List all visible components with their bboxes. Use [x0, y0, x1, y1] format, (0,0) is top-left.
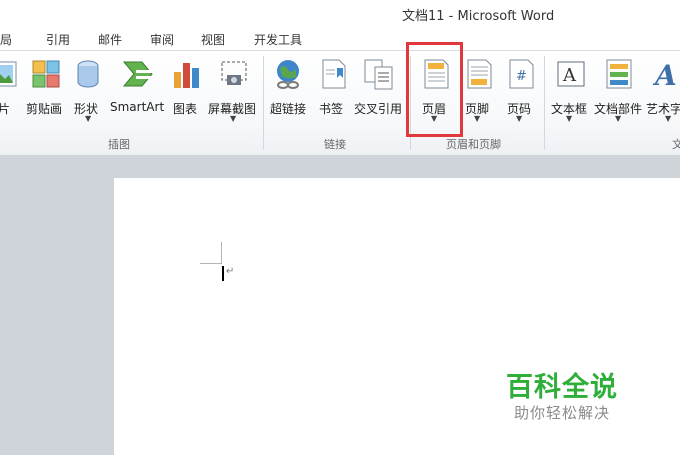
paragraph-mark-icon: ↵ — [226, 266, 235, 277]
hyperlink-icon — [277, 60, 299, 89]
bookmark-icon — [322, 59, 346, 89]
svg-text:#: # — [516, 69, 527, 84]
tab-developer[interactable]: 开发工具 — [254, 31, 302, 48]
screenshot-icon — [221, 61, 247, 85]
chart-button[interactable]: 图表 — [171, 56, 201, 122]
tab-view[interactable]: 视图 — [201, 31, 225, 48]
quickparts-icon — [606, 59, 632, 89]
hyperlink-label: 超链接 — [270, 102, 307, 116]
group-separator — [263, 56, 264, 150]
footer-dropdown-icon: ▼ — [474, 114, 481, 123]
smartart-label: SmartArt — [110, 100, 165, 114]
picture-button[interactable]: 图片 — [0, 56, 20, 122]
hyperlink-button[interactable]: 超链接 — [268, 56, 310, 122]
smartart-button[interactable]: SmartArt — [110, 56, 166, 122]
clipart-icon — [32, 60, 60, 88]
quickparts-button[interactable]: 文档部件 ▼ — [594, 56, 644, 123]
picture-label: 图片 — [0, 102, 11, 116]
textbox-icon: A — [557, 61, 585, 87]
shapes-dropdown-icon: ▼ — [85, 114, 92, 123]
margin-corner-mark — [200, 263, 222, 264]
cross-reference-button[interactable]: 交叉引用 — [354, 56, 404, 122]
quickparts-dropdown-icon: ▼ — [615, 114, 622, 123]
group-label-illustrations: 插图 — [108, 138, 130, 151]
shapes-icon — [77, 60, 99, 88]
screenshot-button[interactable]: 屏幕截图 ▼ — [206, 56, 260, 123]
chart-icon — [174, 63, 199, 88]
tab-references[interactable]: 引用 — [46, 31, 70, 48]
group-label-text: 文 — [672, 138, 680, 151]
watermark-brand: 百科全说 — [506, 372, 618, 403]
clipart-button[interactable]: 剪贴画 — [26, 56, 66, 122]
clipart-label: 剪贴画 — [26, 102, 63, 116]
screenshot-dropdown-icon: ▼ — [230, 114, 237, 123]
page-number-icon: # — [509, 59, 534, 89]
shapes-button[interactable]: 形状 ▼ — [72, 56, 104, 123]
title-bar: 文档11 - Microsoft Word — [0, 0, 680, 26]
footer-icon — [467, 59, 492, 89]
wordart-button[interactable]: A 艺术字 ▼ — [646, 56, 680, 123]
group-label-header-footer: 页眉和页脚 — [446, 138, 501, 151]
tab-layout[interactable]: 布局 — [0, 31, 12, 48]
bookmark-label: 书签 — [319, 102, 344, 116]
wordart-icon: A — [652, 59, 677, 90]
tab-review[interactable]: 审阅 — [150, 31, 174, 48]
margin-corner-mark — [221, 242, 222, 264]
group-separator — [544, 56, 545, 150]
smartart-icon — [122, 61, 153, 87]
svg-text:A: A — [562, 65, 577, 86]
bookmark-button[interactable]: 书签 — [317, 56, 347, 122]
page-number-dropdown-icon: ▼ — [516, 114, 523, 123]
svg-text:A: A — [652, 59, 677, 90]
group-label-links: 链接 — [324, 138, 346, 151]
tab-mailings[interactable]: 邮件 — [98, 31, 122, 48]
cross-reference-icon — [364, 59, 393, 90]
chart-label: 图表 — [173, 102, 198, 116]
watermark-slogan: 助你轻松解决 — [514, 404, 611, 422]
page-number-button[interactable]: # 页码 ▼ — [505, 56, 535, 123]
footer-button[interactable]: 页脚 ▼ — [463, 56, 493, 123]
picture-icon — [0, 61, 17, 87]
cross-reference-label: 交叉引用 — [354, 102, 403, 116]
highlight-box — [406, 42, 463, 137]
textbox-button[interactable]: A 文本框 ▼ — [551, 56, 591, 123]
text-cursor — [222, 266, 224, 281]
wordart-label: 艺术字 — [646, 102, 680, 116]
ribbon-tabs: 布局 引用 邮件 审阅 视图 开发工具 — [0, 26, 680, 50]
textbox-dropdown-icon: ▼ — [566, 114, 573, 123]
wordart-dropdown-icon: ▼ — [665, 114, 672, 123]
window-title: 文档11 - Microsoft Word — [402, 9, 555, 24]
